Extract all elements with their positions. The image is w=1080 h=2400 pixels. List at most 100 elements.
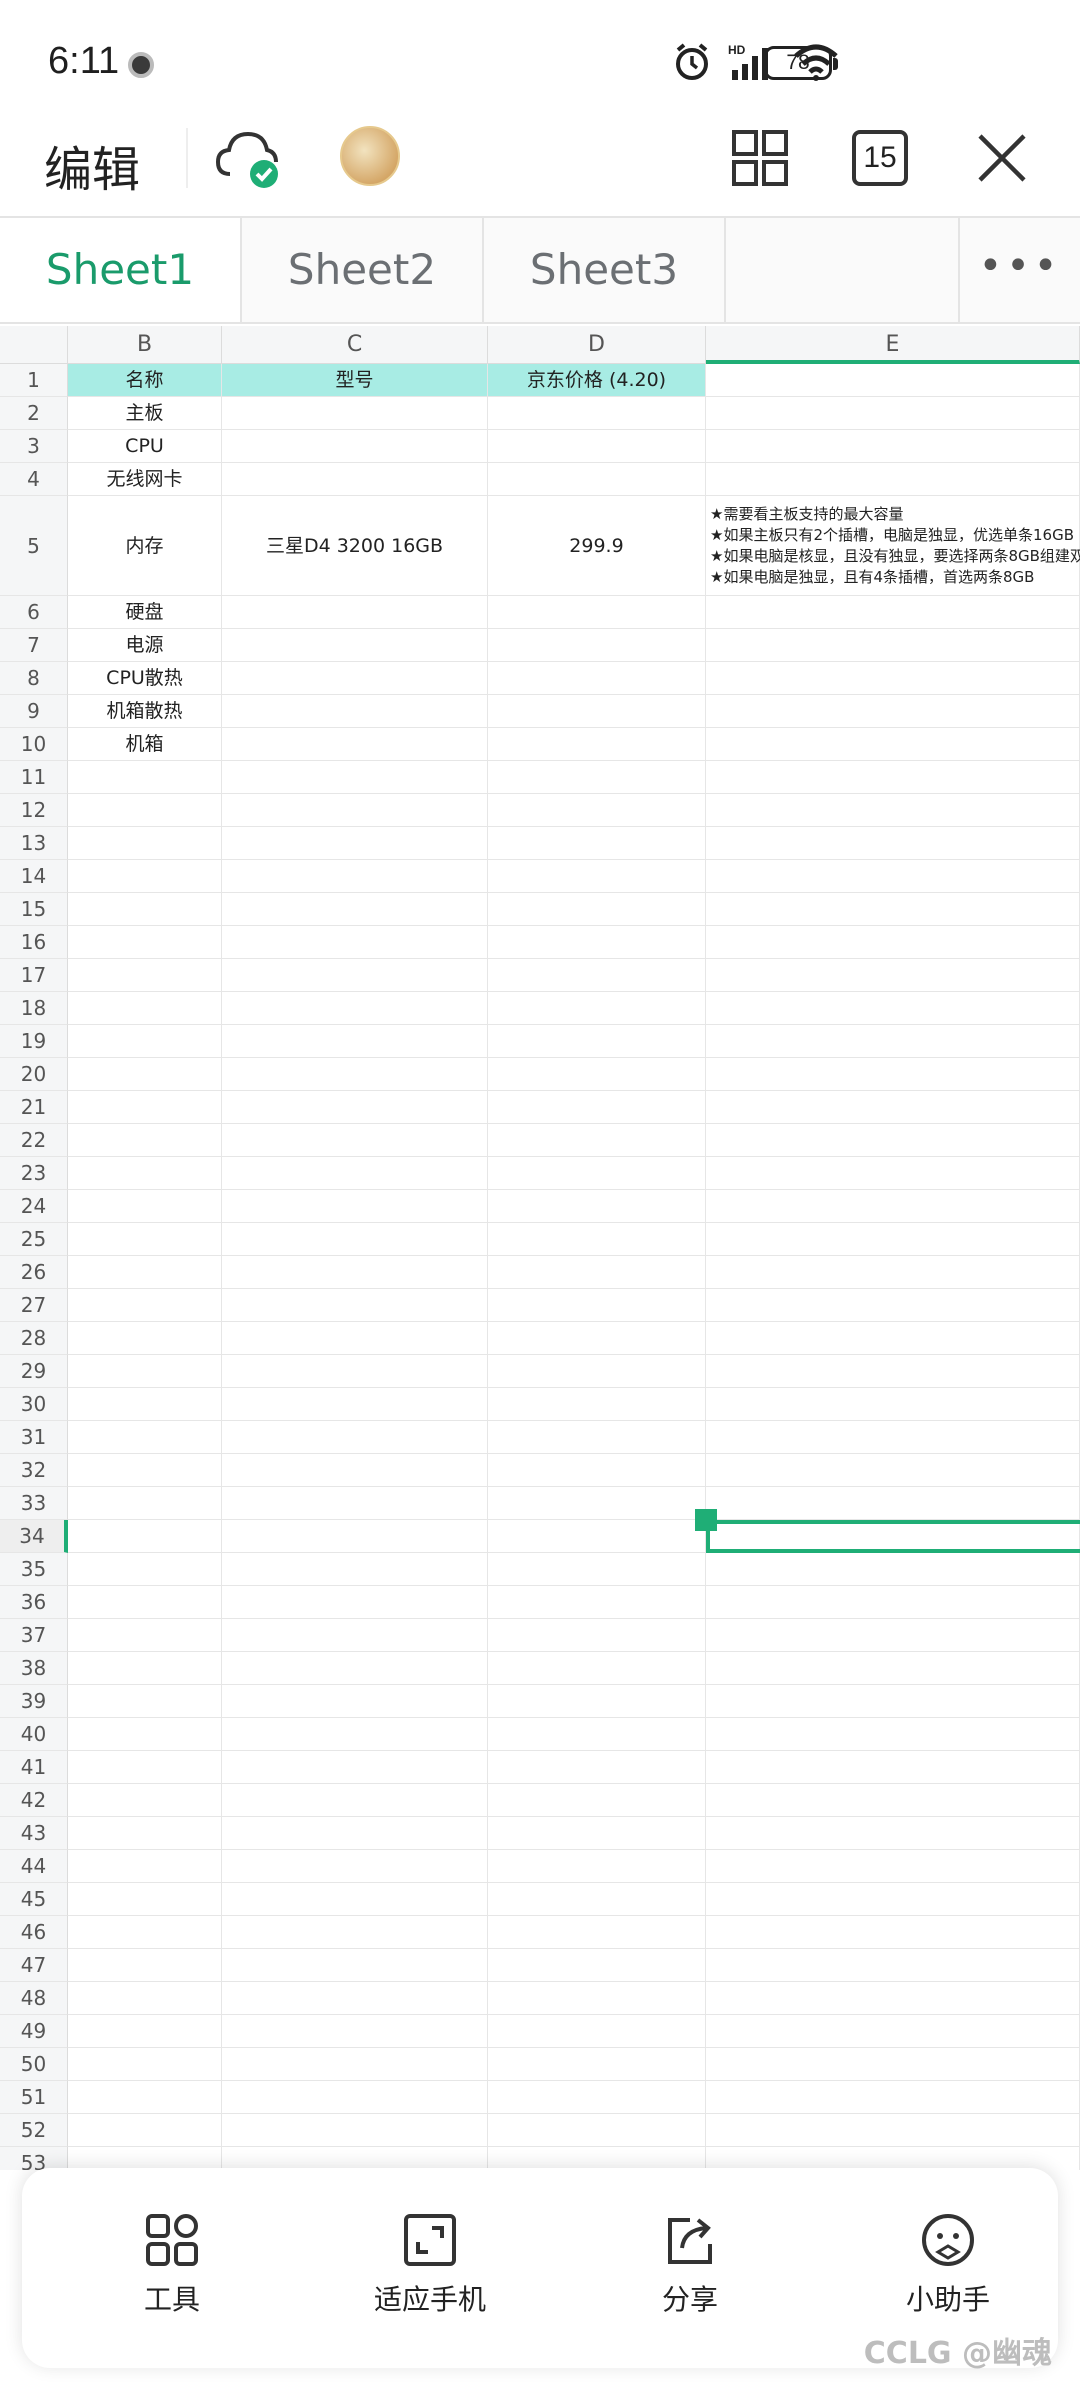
cell-b23[interactable] bbox=[68, 1157, 222, 1190]
cell-b39[interactable] bbox=[68, 1685, 222, 1718]
cell-e52[interactable] bbox=[706, 2114, 1080, 2147]
row-header[interactable]: 25 bbox=[0, 1223, 68, 1256]
cell-e14[interactable] bbox=[706, 860, 1080, 893]
cell-b36[interactable] bbox=[68, 1586, 222, 1619]
cell-c27[interactable] bbox=[222, 1289, 488, 1322]
cell-c6[interactable] bbox=[222, 596, 488, 629]
column-header-b[interactable]: B bbox=[68, 326, 222, 364]
cell-e40[interactable] bbox=[706, 1718, 1080, 1751]
cell-c17[interactable] bbox=[222, 959, 488, 992]
cell-d47[interactable] bbox=[488, 1949, 706, 1982]
row-header[interactable]: 3 bbox=[0, 430, 68, 463]
cell-e41[interactable] bbox=[706, 1751, 1080, 1784]
cell-b45[interactable] bbox=[68, 1883, 222, 1916]
cell-c13[interactable] bbox=[222, 827, 488, 860]
cell-d20[interactable] bbox=[488, 1058, 706, 1091]
cell-b28[interactable] bbox=[68, 1322, 222, 1355]
cell-b27[interactable] bbox=[68, 1289, 222, 1322]
cell-b12[interactable] bbox=[68, 794, 222, 827]
row-header[interactable]: 48 bbox=[0, 1982, 68, 2015]
cell-b31[interactable] bbox=[68, 1421, 222, 1454]
cell-e45[interactable] bbox=[706, 1883, 1080, 1916]
row-header[interactable]: 17 bbox=[0, 959, 68, 992]
cell-e17[interactable] bbox=[706, 959, 1080, 992]
cell-d1[interactable]: 京东价格 (4.20) bbox=[488, 364, 706, 397]
cell-c24[interactable] bbox=[222, 1190, 488, 1223]
edit-button[interactable]: 编辑 bbox=[44, 130, 140, 200]
cell-c37[interactable] bbox=[222, 1619, 488, 1652]
cell-b30[interactable] bbox=[68, 1388, 222, 1421]
cell-c40[interactable] bbox=[222, 1718, 488, 1751]
cell-c25[interactable] bbox=[222, 1223, 488, 1256]
row-header[interactable]: 14 bbox=[0, 860, 68, 893]
cell-c49[interactable] bbox=[222, 2015, 488, 2048]
cell-e3[interactable] bbox=[706, 430, 1080, 463]
cell-e22[interactable] bbox=[706, 1124, 1080, 1157]
cell-b51[interactable] bbox=[68, 2081, 222, 2114]
cell-c12[interactable] bbox=[222, 794, 488, 827]
cell-b48[interactable] bbox=[68, 1982, 222, 2015]
cell-d22[interactable] bbox=[488, 1124, 706, 1157]
row-header[interactable]: 23 bbox=[0, 1157, 68, 1190]
row-header[interactable]: 47 bbox=[0, 1949, 68, 1982]
cell-d26[interactable] bbox=[488, 1256, 706, 1289]
cell-c36[interactable] bbox=[222, 1586, 488, 1619]
cell-e1[interactable] bbox=[706, 364, 1080, 397]
row-header[interactable]: 29 bbox=[0, 1355, 68, 1388]
assistant-button[interactable]: 小助手 bbox=[838, 2212, 1058, 2318]
cell-e36[interactable] bbox=[706, 1586, 1080, 1619]
cell-e46[interactable] bbox=[706, 1916, 1080, 1949]
share-button[interactable]: 分享 bbox=[580, 2212, 800, 2318]
row-header[interactable]: 7 bbox=[0, 629, 68, 662]
row-header[interactable]: 50 bbox=[0, 2048, 68, 2081]
cell-d52[interactable] bbox=[488, 2114, 706, 2147]
calendar-icon[interactable]: 15 bbox=[848, 126, 912, 190]
cell-c20[interactable] bbox=[222, 1058, 488, 1091]
cloud-synced-icon[interactable] bbox=[212, 124, 284, 196]
cell-b15[interactable] bbox=[68, 893, 222, 926]
cell-c43[interactable] bbox=[222, 1817, 488, 1850]
cell-c11[interactable] bbox=[222, 761, 488, 794]
cell-b17[interactable] bbox=[68, 959, 222, 992]
cell-c39[interactable] bbox=[222, 1685, 488, 1718]
cell-e44[interactable] bbox=[706, 1850, 1080, 1883]
cell-d8[interactable] bbox=[488, 662, 706, 695]
cell-b33[interactable] bbox=[68, 1487, 222, 1520]
cell-c41[interactable] bbox=[222, 1751, 488, 1784]
cell-d35[interactable] bbox=[488, 1553, 706, 1586]
cell-e30[interactable] bbox=[706, 1388, 1080, 1421]
cell-b3[interactable]: CPU bbox=[68, 430, 222, 463]
column-header-e[interactable]: E bbox=[706, 326, 1080, 364]
cell-d41[interactable] bbox=[488, 1751, 706, 1784]
row-header[interactable]: 51 bbox=[0, 2081, 68, 2114]
cell-d49[interactable] bbox=[488, 2015, 706, 2048]
cell-e53[interactable] bbox=[706, 2147, 1080, 2170]
row-header[interactable]: 44 bbox=[0, 1850, 68, 1883]
selected-cell-e34[interactable] bbox=[706, 1520, 1080, 1553]
cell-e24[interactable] bbox=[706, 1190, 1080, 1223]
column-header-d[interactable]: D bbox=[488, 326, 706, 364]
cell-b26[interactable] bbox=[68, 1256, 222, 1289]
cell-b21[interactable] bbox=[68, 1091, 222, 1124]
spreadsheet-grid[interactable]: B C D E 1 名称 型号 京东价格 (4.20) 2 主板 3 CPU 4 无线网卡 5 内存 三星D4 … bbox=[0, 326, 1080, 2170]
cell-c22[interactable] bbox=[222, 1124, 488, 1157]
more-sheets-button[interactable]: ••• bbox=[958, 218, 1080, 322]
cell-b29[interactable] bbox=[68, 1355, 222, 1388]
cell-c19[interactable] bbox=[222, 1025, 488, 1058]
cell-c34[interactable] bbox=[222, 1520, 488, 1553]
cell-d29[interactable] bbox=[488, 1355, 706, 1388]
cell-b22[interactable] bbox=[68, 1124, 222, 1157]
row-header[interactable]: 20 bbox=[0, 1058, 68, 1091]
row-header[interactable]: 35 bbox=[0, 1553, 68, 1586]
cell-e6[interactable] bbox=[706, 596, 1080, 629]
cell-e48[interactable] bbox=[706, 1982, 1080, 2015]
cell-d53[interactable] bbox=[488, 2147, 706, 2170]
cell-b42[interactable] bbox=[68, 1784, 222, 1817]
row-header[interactable]: 15 bbox=[0, 893, 68, 926]
row-header[interactable]: 39 bbox=[0, 1685, 68, 1718]
cell-c33[interactable] bbox=[222, 1487, 488, 1520]
cell-b11[interactable] bbox=[68, 761, 222, 794]
cell-b6[interactable]: 硬盘 bbox=[68, 596, 222, 629]
row-header[interactable]: 9 bbox=[0, 695, 68, 728]
cell-d13[interactable] bbox=[488, 827, 706, 860]
